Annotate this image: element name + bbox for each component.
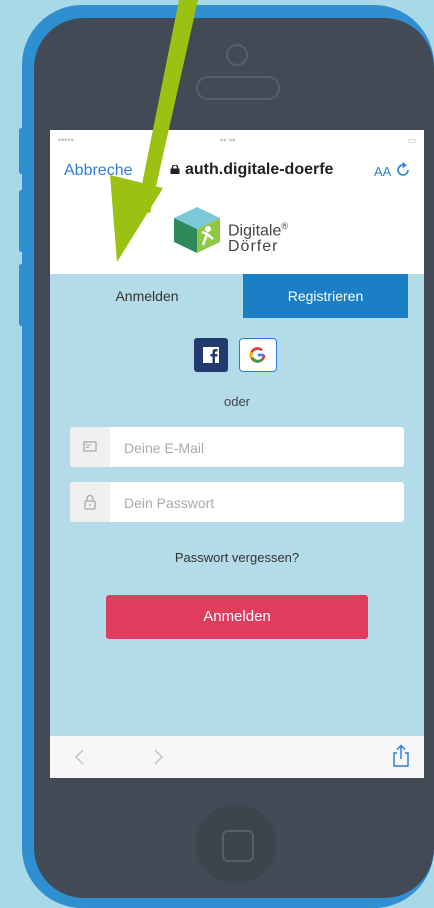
home-button[interactable] <box>196 804 276 884</box>
browser-url-bar: Abbreche auth.digitale-doerfe AA <box>50 152 424 190</box>
phone-screen: ••••• ▪▪:▪▪ ▭ Abbreche auth.digitale-doe… <box>50 130 424 778</box>
email-icon-box <box>70 427 110 467</box>
google-icon <box>249 347 266 363</box>
brand-line-1: Digitale <box>228 222 282 240</box>
logo-icon <box>174 207 220 253</box>
forward-icon[interactable] <box>148 748 166 766</box>
email-input[interactable] <box>122 427 396 469</box>
browser-toolbar <box>50 736 424 778</box>
password-field <box>70 482 404 524</box>
or-separator: oder <box>223 394 251 409</box>
registered-mark: ® <box>281 221 288 231</box>
text-size-button[interactable]: AA <box>374 164 391 179</box>
cancel-button[interactable]: Abbreche <box>64 162 133 180</box>
volume-down-button <box>19 264 24 326</box>
facebook-login-button[interactable] <box>194 338 228 372</box>
status-time: ▪▪:▪▪ <box>220 135 236 145</box>
password-icon-box <box>70 482 110 522</box>
password-input[interactable] <box>122 482 396 524</box>
facebook-icon <box>203 347 219 363</box>
login-submit-button[interactable]: Anmelden <box>106 595 368 639</box>
earpiece-speaker <box>196 76 280 100</box>
volume-up-button <box>19 190 24 252</box>
lock-icon <box>84 494 96 510</box>
email-field <box>70 427 404 469</box>
brand-line-2: Dörfer <box>228 238 279 256</box>
front-camera <box>226 44 248 66</box>
forgot-password-link[interactable]: Passwort vergessen? <box>50 550 424 565</box>
tab-register[interactable]: Registrieren <box>243 274 408 318</box>
email-icon <box>83 441 97 452</box>
google-login-button[interactable] <box>239 338 277 372</box>
url-domain[interactable]: auth.digitale-doerfe <box>185 161 360 179</box>
brand-name: Digitale® Dörfer <box>228 218 288 255</box>
tab-login[interactable]: Anmelden <box>64 274 230 318</box>
share-icon[interactable] <box>390 744 412 768</box>
reload-icon[interactable] <box>395 162 411 178</box>
logo-header: Digitale® Dörfer <box>50 190 424 274</box>
lock-icon <box>170 165 180 174</box>
login-form-panel <box>50 318 424 736</box>
battery-indicator: ▭ <box>407 135 416 145</box>
status-bar: ••••• ▪▪:▪▪ ▭ <box>50 130 424 152</box>
mute-switch <box>19 128 24 174</box>
carrier-indicator: ••••• <box>58 135 74 145</box>
back-icon[interactable] <box>72 748 90 766</box>
